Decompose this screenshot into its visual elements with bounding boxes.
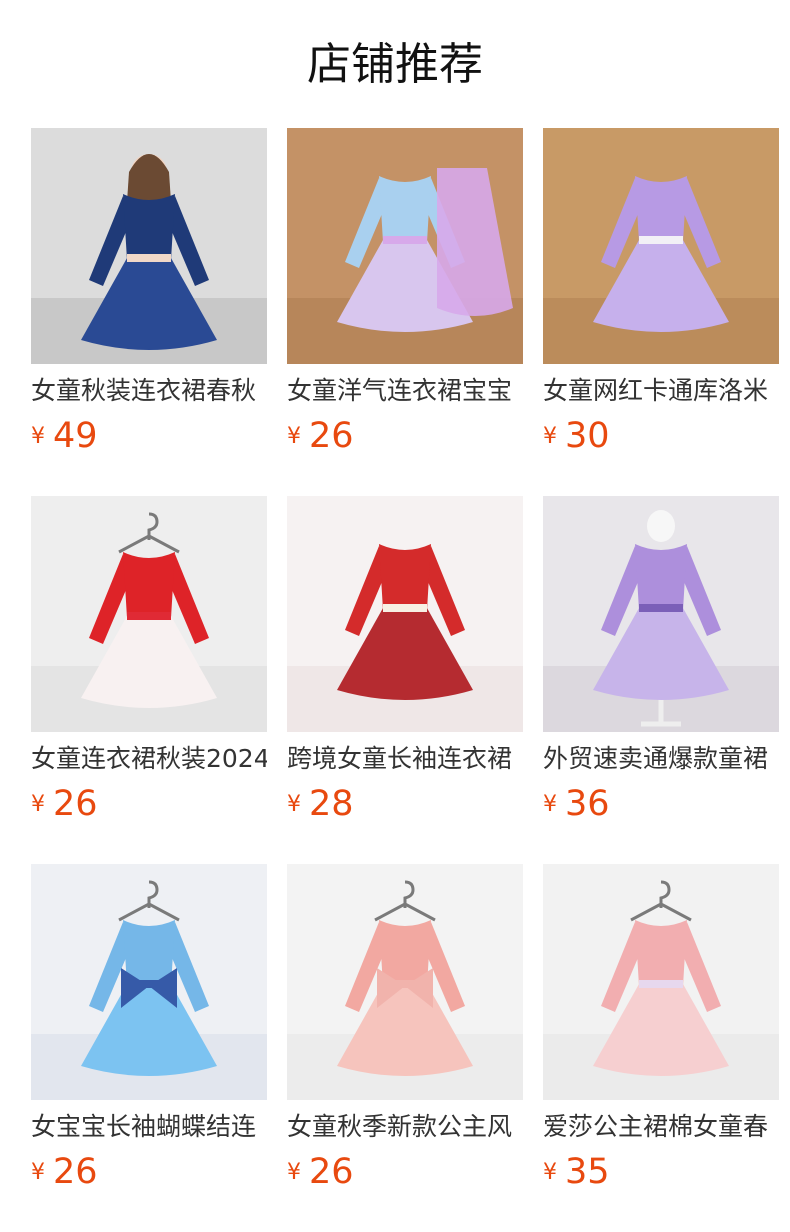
dress-waistband [639, 604, 683, 612]
product-image[interactable] [31, 128, 267, 364]
product-name[interactable]: 女宝宝长袖蝴蝶结连 [31, 1110, 267, 1146]
product-price: ¥26 [31, 1152, 98, 1196]
price-amount: 28 [309, 784, 354, 824]
product-image[interactable] [543, 128, 779, 364]
product-price: ¥36 [543, 784, 610, 828]
product-price: ¥35 [543, 1152, 610, 1196]
product-price: ¥49 [31, 416, 98, 460]
product-image[interactable] [543, 864, 779, 1100]
product-price: ¥26 [31, 784, 98, 828]
price-amount: 26 [309, 416, 354, 456]
product-name[interactable]: 外贸速卖通爆款童裙 [543, 742, 779, 778]
product-card[interactable]: 女宝宝长袖蝴蝶结连 ¥26 [31, 864, 267, 1194]
dress-waistband [639, 980, 683, 988]
dress-illustration [287, 128, 523, 364]
dress-bodice [635, 920, 687, 986]
dress-waistband [639, 236, 683, 244]
page-title: 店铺推荐 [307, 39, 483, 90]
currency-symbol: ¥ [543, 1160, 557, 1185]
dress-illustration [543, 496, 779, 732]
currency-symbol: ¥ [287, 792, 301, 817]
dress-illustration [543, 128, 779, 364]
product-name[interactable]: 女童洋气连衣裙宝宝 [287, 374, 523, 410]
price-amount: 36 [565, 784, 610, 824]
product-card[interactable]: 女童洋气连衣裙宝宝 ¥26 [287, 128, 523, 458]
price-amount: 30 [565, 416, 610, 456]
dress-illustration [287, 864, 523, 1100]
price-amount: 26 [53, 1152, 98, 1192]
product-card[interactable]: 女童秋季新款公主风 ¥26 [287, 864, 523, 1194]
price-amount: 26 [53, 784, 98, 824]
product-card[interactable]: 女童连衣裙秋装2024 ¥26 [31, 496, 267, 826]
product-price: ¥26 [287, 1152, 354, 1196]
currency-symbol: ¥ [543, 792, 557, 817]
product-card[interactable]: 爱莎公主裙棉女童春 ¥35 [543, 864, 779, 1194]
product-image[interactable] [31, 496, 267, 732]
price-amount: 26 [309, 1152, 354, 1192]
product-card[interactable]: 跨境女童长袖连衣裙 ¥28 [287, 496, 523, 826]
dress-illustration [31, 128, 267, 364]
dress-illustration [287, 496, 523, 732]
dress-bodice [123, 552, 175, 618]
dress-bodice [379, 544, 431, 610]
product-image[interactable] [287, 496, 523, 732]
dress-bodice [635, 544, 687, 610]
product-price: ¥26 [287, 416, 354, 460]
product-image[interactable] [287, 864, 523, 1100]
mannequin-head [647, 510, 675, 542]
product-card[interactable]: 外贸速卖通爆款童裙 ¥36 [543, 496, 779, 826]
product-image[interactable] [287, 128, 523, 364]
currency-symbol: ¥ [31, 424, 45, 449]
price-amount: 49 [53, 416, 98, 456]
product-name[interactable]: 爱莎公主裙棉女童春 [543, 1110, 779, 1146]
currency-symbol: ¥ [543, 424, 557, 449]
currency-symbol: ¥ [287, 1160, 301, 1185]
dress-waistband [383, 236, 427, 244]
product-image[interactable] [31, 864, 267, 1100]
dress-illustration [543, 864, 779, 1100]
price-amount: 35 [565, 1152, 610, 1192]
product-name[interactable]: 跨境女童长袖连衣裙 [287, 742, 523, 778]
product-name[interactable]: 女童秋装连衣裙春秋 [31, 374, 267, 410]
dress-illustration [31, 864, 267, 1100]
product-card[interactable]: 女童网红卡通库洛米 ¥30 [543, 128, 779, 458]
product-image[interactable] [543, 496, 779, 732]
currency-symbol: ¥ [31, 1160, 45, 1185]
currency-symbol: ¥ [31, 792, 45, 817]
dress-waistband [127, 254, 171, 262]
dress-waistband [127, 612, 171, 620]
product-name[interactable]: 女童网红卡通库洛米 [543, 374, 779, 410]
dress-waistband [383, 604, 427, 612]
product-price: ¥28 [287, 784, 354, 828]
product-price: ¥30 [543, 416, 610, 460]
dress-illustration [31, 496, 267, 732]
currency-symbol: ¥ [287, 424, 301, 449]
dress-bodice [635, 176, 687, 242]
product-name[interactable]: 女童连衣裙秋装2024 [31, 742, 267, 778]
product-name[interactable]: 女童秋季新款公主风 [287, 1110, 523, 1146]
dress-bodice [123, 194, 175, 260]
product-card[interactable]: 女童秋装连衣裙春秋 ¥49 [31, 128, 267, 458]
dress-bodice [379, 176, 431, 242]
